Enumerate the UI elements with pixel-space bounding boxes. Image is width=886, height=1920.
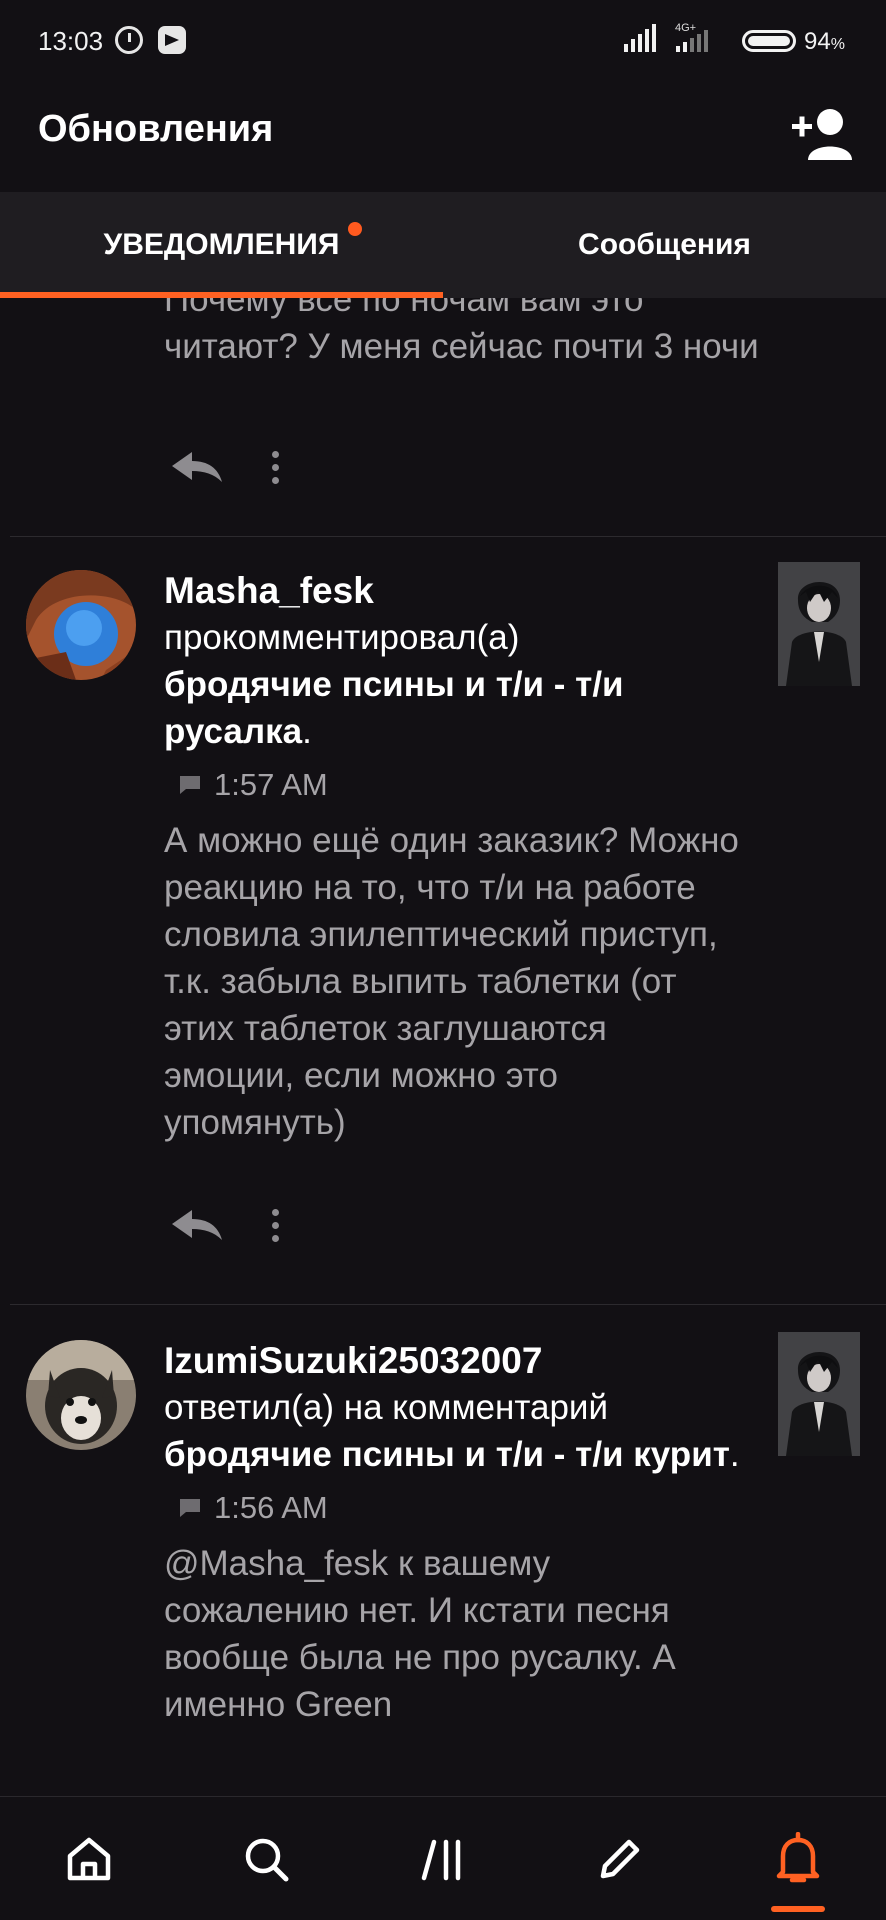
- comment-text: А можно ещё один заказик? Можно реакцию …: [164, 821, 739, 1142]
- nav-search[interactable]: [177, 1797, 354, 1920]
- notification-actions: [170, 1208, 279, 1242]
- notification-meta: 1:57 AM: [180, 767, 744, 803]
- notification-body: IzumiSuzuki25032007 ответил(а) на коммен…: [164, 1338, 744, 1728]
- story-title-period: .: [729, 1435, 740, 1474]
- partial-comment-actions: [170, 450, 279, 484]
- bottom-navigation: [0, 1796, 886, 1920]
- story-title-link[interactable]: бродячие псины и т/и - т/и курит: [164, 1435, 730, 1474]
- updates-tabs: УВЕДОМЛЕНИЯ Сообщения: [0, 192, 886, 298]
- add-user-button[interactable]: [790, 104, 856, 164]
- story-cover-thumbnail[interactable]: [778, 1332, 860, 1456]
- app-header: Обновления: [0, 82, 886, 192]
- avatar[interactable]: [26, 1340, 136, 1450]
- nav-library[interactable]: [354, 1797, 531, 1920]
- tab-notifications-label: УВЕДОМЛЕНИЯ: [103, 228, 340, 261]
- notification-meta: 1:56 AM: [180, 1490, 744, 1526]
- status-bar: 13:03 4G+ 94%: [0, 0, 886, 82]
- library-icon: [421, 1839, 460, 1881]
- nav-active-indicator: [771, 1906, 825, 1912]
- alarm-icon: [115, 26, 143, 54]
- username[interactable]: Masha_fesk: [164, 568, 744, 614]
- comment-text: @Masha_fesk к вашему сожалению нет. И кс…: [164, 1544, 676, 1724]
- signal-strength-secondary-icon: [676, 30, 708, 52]
- username[interactable]: IzumiSuzuki25032007: [164, 1338, 744, 1384]
- add-user-icon: [792, 109, 852, 160]
- page-title: Обновления: [38, 108, 274, 150]
- comment-icon: [180, 776, 200, 794]
- more-options-icon[interactable]: [272, 1208, 279, 1242]
- notification-body: Masha_fesk прокомментировал(а) бродячие …: [164, 568, 744, 1146]
- nav-notifications[interactable]: [709, 1797, 886, 1920]
- home-icon: [67, 1837, 110, 1881]
- signal-strength-icon: [624, 24, 656, 52]
- action-text: прокомментировал(а): [164, 618, 520, 657]
- action-text: ответил(а) на комментарий: [164, 1388, 609, 1427]
- story-title-period: .: [302, 712, 312, 751]
- battery-icon: [742, 30, 796, 52]
- tab-messages[interactable]: Сообщения: [443, 192, 886, 298]
- partial-comment-text: Почему все по ночам вам это читают? У ме…: [164, 298, 759, 366]
- story-title-link[interactable]: бродячие псины и т/и - т/и русалка: [164, 665, 624, 751]
- search-icon: [245, 1838, 288, 1882]
- timestamp: 1:56 AM: [214, 1490, 328, 1525]
- bell-icon: [776, 1832, 819, 1883]
- battery-percent: 94%: [804, 28, 845, 55]
- telegram-icon: [158, 26, 186, 54]
- timestamp: 1:57 AM: [214, 767, 328, 802]
- notifications-feed[interactable]: Почему все по ночам вам это читают? У ме…: [0, 298, 886, 1796]
- more-options-icon[interactable]: [272, 450, 279, 484]
- tab-messages-label: Сообщения: [578, 228, 751, 261]
- nav-home[interactable]: [0, 1797, 177, 1920]
- tab-notifications[interactable]: УВЕДОМЛЕНИЯ: [0, 192, 443, 298]
- story-cover-thumbnail[interactable]: [778, 562, 860, 686]
- divider: [10, 536, 886, 537]
- comment-icon: [180, 1499, 200, 1517]
- reply-icon[interactable]: [170, 1208, 224, 1242]
- divider: [10, 1304, 886, 1305]
- nav-write[interactable]: [531, 1797, 708, 1920]
- unread-dot: [348, 222, 362, 236]
- reply-icon[interactable]: [170, 450, 224, 484]
- avatar[interactable]: [26, 570, 136, 680]
- write-icon: [600, 1839, 639, 1879]
- status-time: 13:03: [38, 26, 104, 56]
